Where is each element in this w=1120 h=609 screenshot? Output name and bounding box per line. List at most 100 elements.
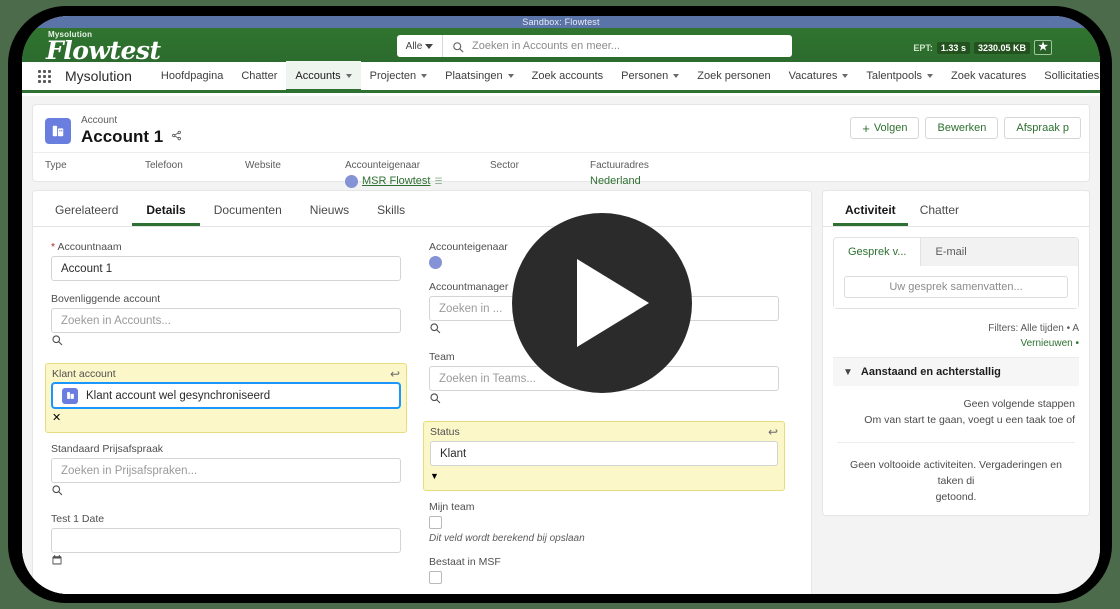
upcoming-overdue-section[interactable]: ▼ Aanstaand en achterstallig — [833, 357, 1079, 386]
divider — [837, 442, 1075, 443]
sandbox-banner: Sandbox: Flowtest — [22, 16, 1100, 28]
search-icon[interactable] — [429, 321, 441, 338]
account-icon — [45, 117, 71, 144]
user-icon: ☰ — [434, 176, 443, 186]
video-player-frame: Sandbox: Flowtest Mysolution Flowtest Al… — [8, 6, 1112, 603]
input-standaard-prijsafspraak[interactable]: Zoeken in Prijsafspraken... — [51, 458, 401, 483]
record-object-type: Account — [81, 115, 118, 126]
browser-window: Sandbox: Flowtest Mysolution Flowtest Al… — [22, 16, 1100, 594]
chevron-down-icon — [673, 74, 680, 78]
tab-details[interactable]: Details — [132, 191, 199, 226]
side-tab-chatter[interactable]: Chatter — [908, 191, 971, 226]
search-icon[interactable] — [429, 391, 441, 408]
input-placeholder: Zoeken in Prijsafspraken... — [61, 464, 198, 477]
checkbox-mijn-team[interactable] — [429, 516, 442, 529]
field-label-text: Accounteigenaar — [429, 241, 508, 253]
search-icon — [452, 40, 464, 53]
nav-item-talentpools[interactable]: Talentpools — [857, 61, 942, 92]
nav-item-plaatsingen[interactable]: Plaatsingen — [436, 61, 523, 92]
search-scope-selector[interactable]: Alle — [397, 35, 443, 57]
action-button-volgen[interactable]: + Volgen — [850, 117, 920, 139]
input-klant-account[interactable]: Klant account wel gesynchroniseerd — [52, 383, 400, 408]
tab-gerelateerd[interactable]: Gerelateerd — [41, 191, 132, 226]
nav-item-label: Zoek vacatures — [951, 69, 1027, 82]
brand-logo[interactable]: Mysolution Flowtest — [46, 30, 161, 63]
undo-icon[interactable]: ↩ — [768, 425, 778, 439]
tab-nieuws[interactable]: Nieuws — [296, 191, 363, 226]
undo-icon[interactable]: ↩ — [390, 367, 400, 381]
play-icon[interactable] — [512, 213, 692, 393]
field-klant-account: Klant account ↩ Klant account wel gesynchr… — [45, 363, 407, 433]
nav-item-accounts[interactable]: Accounts — [286, 60, 361, 92]
no-next-steps: Geen volgende stappen Om van start te ga… — [823, 386, 1089, 438]
side-tab-activiteit[interactable]: Activiteit — [833, 191, 908, 226]
action-button-label: Bewerken — [937, 122, 987, 134]
highlight-field-text[interactable]: MSR Flowtest — [362, 173, 430, 189]
app-launcher-icon[interactable] — [38, 69, 51, 83]
nav-item-zoek-accounts[interactable]: Zoek accounts — [523, 61, 613, 92]
close-icon[interactable]: ✕ — [52, 412, 61, 424]
refresh-link[interactable]: Vernieuwen • — [1020, 338, 1079, 349]
input-bovenliggende-account[interactable]: Zoeken in Accounts... — [51, 308, 401, 333]
star-icon[interactable]: ★ — [1034, 40, 1052, 55]
tab-documenten[interactable]: Documenten — [200, 191, 296, 226]
search-icon[interactable] — [51, 483, 63, 500]
checkbox-bestaat-in-msf[interactable] — [429, 571, 442, 584]
field-bestaat-in-msf: Bestaat in MSF — [429, 556, 779, 584]
nav-item-zoek-personen[interactable]: Zoek personen — [688, 61, 779, 92]
input-status[interactable]: Klant — [430, 441, 778, 466]
nav-item-zoek-vacatures[interactable]: Zoek vacatures — [942, 61, 1035, 92]
composer-tab-0[interactable]: Gesprek v... — [834, 238, 922, 266]
activity-filters[interactable]: Filters: Alle tijden • A — [823, 319, 1089, 334]
nav-item-personen[interactable]: Personen — [612, 61, 688, 92]
chevron-down-icon[interactable]: ▼ — [430, 471, 439, 481]
record-title-row: Account 1 — [81, 127, 182, 146]
completed-empty-line2: getoond. — [935, 491, 977, 503]
completed-empty-line1: Geen voltooide activiteiten. Vergadering… — [850, 459, 1062, 487]
input-test-1-date[interactable] — [51, 528, 401, 553]
activity-refresh[interactable]: Vernieuwen • — [823, 334, 1089, 349]
search-icon[interactable] — [51, 333, 63, 350]
nav-item-label: Accounts — [295, 69, 341, 82]
composer-tab-1[interactable]: E-mail — [921, 238, 980, 266]
nav-item-sollicitaties[interactable]: Sollicitaties — [1035, 61, 1100, 92]
search-input[interactable] — [464, 39, 792, 53]
global-search-bar[interactable]: Alle — [397, 35, 792, 57]
highlight-field-value[interactable]: MSR Flowtest ☰ — [345, 173, 490, 189]
action-button-bewerken[interactable]: Bewerken — [925, 117, 999, 139]
field-mijn-team: Mijn team Dit veld wordt berekend bij ops… — [429, 501, 779, 544]
main-column: Gerelateerd Details Documenten Nieuws Skills… — [32, 190, 812, 594]
activity-panel-tabs: Activiteit Chatter — [823, 191, 1089, 227]
input-placeholder: Zoeken in Teams... — [439, 372, 536, 385]
action-button-label: Afspraak p — [1016, 122, 1069, 134]
field-label-text: Status — [430, 426, 460, 438]
share-icon[interactable] — [171, 130, 182, 144]
chevron-down-icon — [421, 74, 428, 78]
field-label-text: Klant account — [52, 368, 116, 380]
nav-items: Hoofdpagina Chatter Accounts Projecten Plaat… — [152, 60, 1100, 92]
app-name-label[interactable]: Mysolution — [65, 68, 132, 84]
nav-item-chatter[interactable]: Chatter — [232, 61, 286, 92]
no-completed-activities: Geen voltooide activiteiten. Vergadering… — [823, 447, 1089, 515]
field-standaard-prijsafspraak: Standaard Prijsafspraak Zoeken in Prijsaf… — [51, 443, 401, 501]
action-button-afspraak-p[interactable]: Afspraak p — [1004, 117, 1081, 139]
tab-skills[interactable]: Skills — [363, 191, 419, 226]
nav-item-label: Zoek personen — [697, 69, 771, 82]
highlight-field-website: Website — [245, 159, 345, 189]
highlight-field-text: Nederland — [590, 175, 641, 187]
field-test-1-date: Test 1 Date — [51, 513, 401, 571]
composer-body: Uw gesprek samenvatten... — [834, 266, 1078, 308]
record-action-buttons: + Volgen Bewerken Afspraak p — [850, 117, 1081, 139]
chevron-down-icon — [425, 43, 434, 49]
input-accountnaam[interactable]: Account 1 — [51, 256, 401, 281]
side-column: Activiteit Chatter Gesprek v... E-mail Uw … — [822, 190, 1090, 594]
nav-item-hoofdpagina[interactable]: Hoofdpagina — [152, 61, 232, 92]
nav-item-projecten[interactable]: Projecten — [361, 61, 436, 92]
field-label-text: Bovenliggende account — [51, 293, 161, 305]
field-accountnaam: * Accountnaam Account 1 — [51, 241, 401, 281]
calendar-icon[interactable] — [51, 553, 63, 570]
play-triangle — [577, 259, 649, 347]
composer-input[interactable]: Uw gesprek samenvatten... — [844, 276, 1068, 298]
record-highlight-fields: Type Telefoon Website Accounteigenaar MSR Fl… — [33, 152, 1089, 189]
nav-item-vacatures[interactable]: Vacatures — [780, 61, 858, 92]
